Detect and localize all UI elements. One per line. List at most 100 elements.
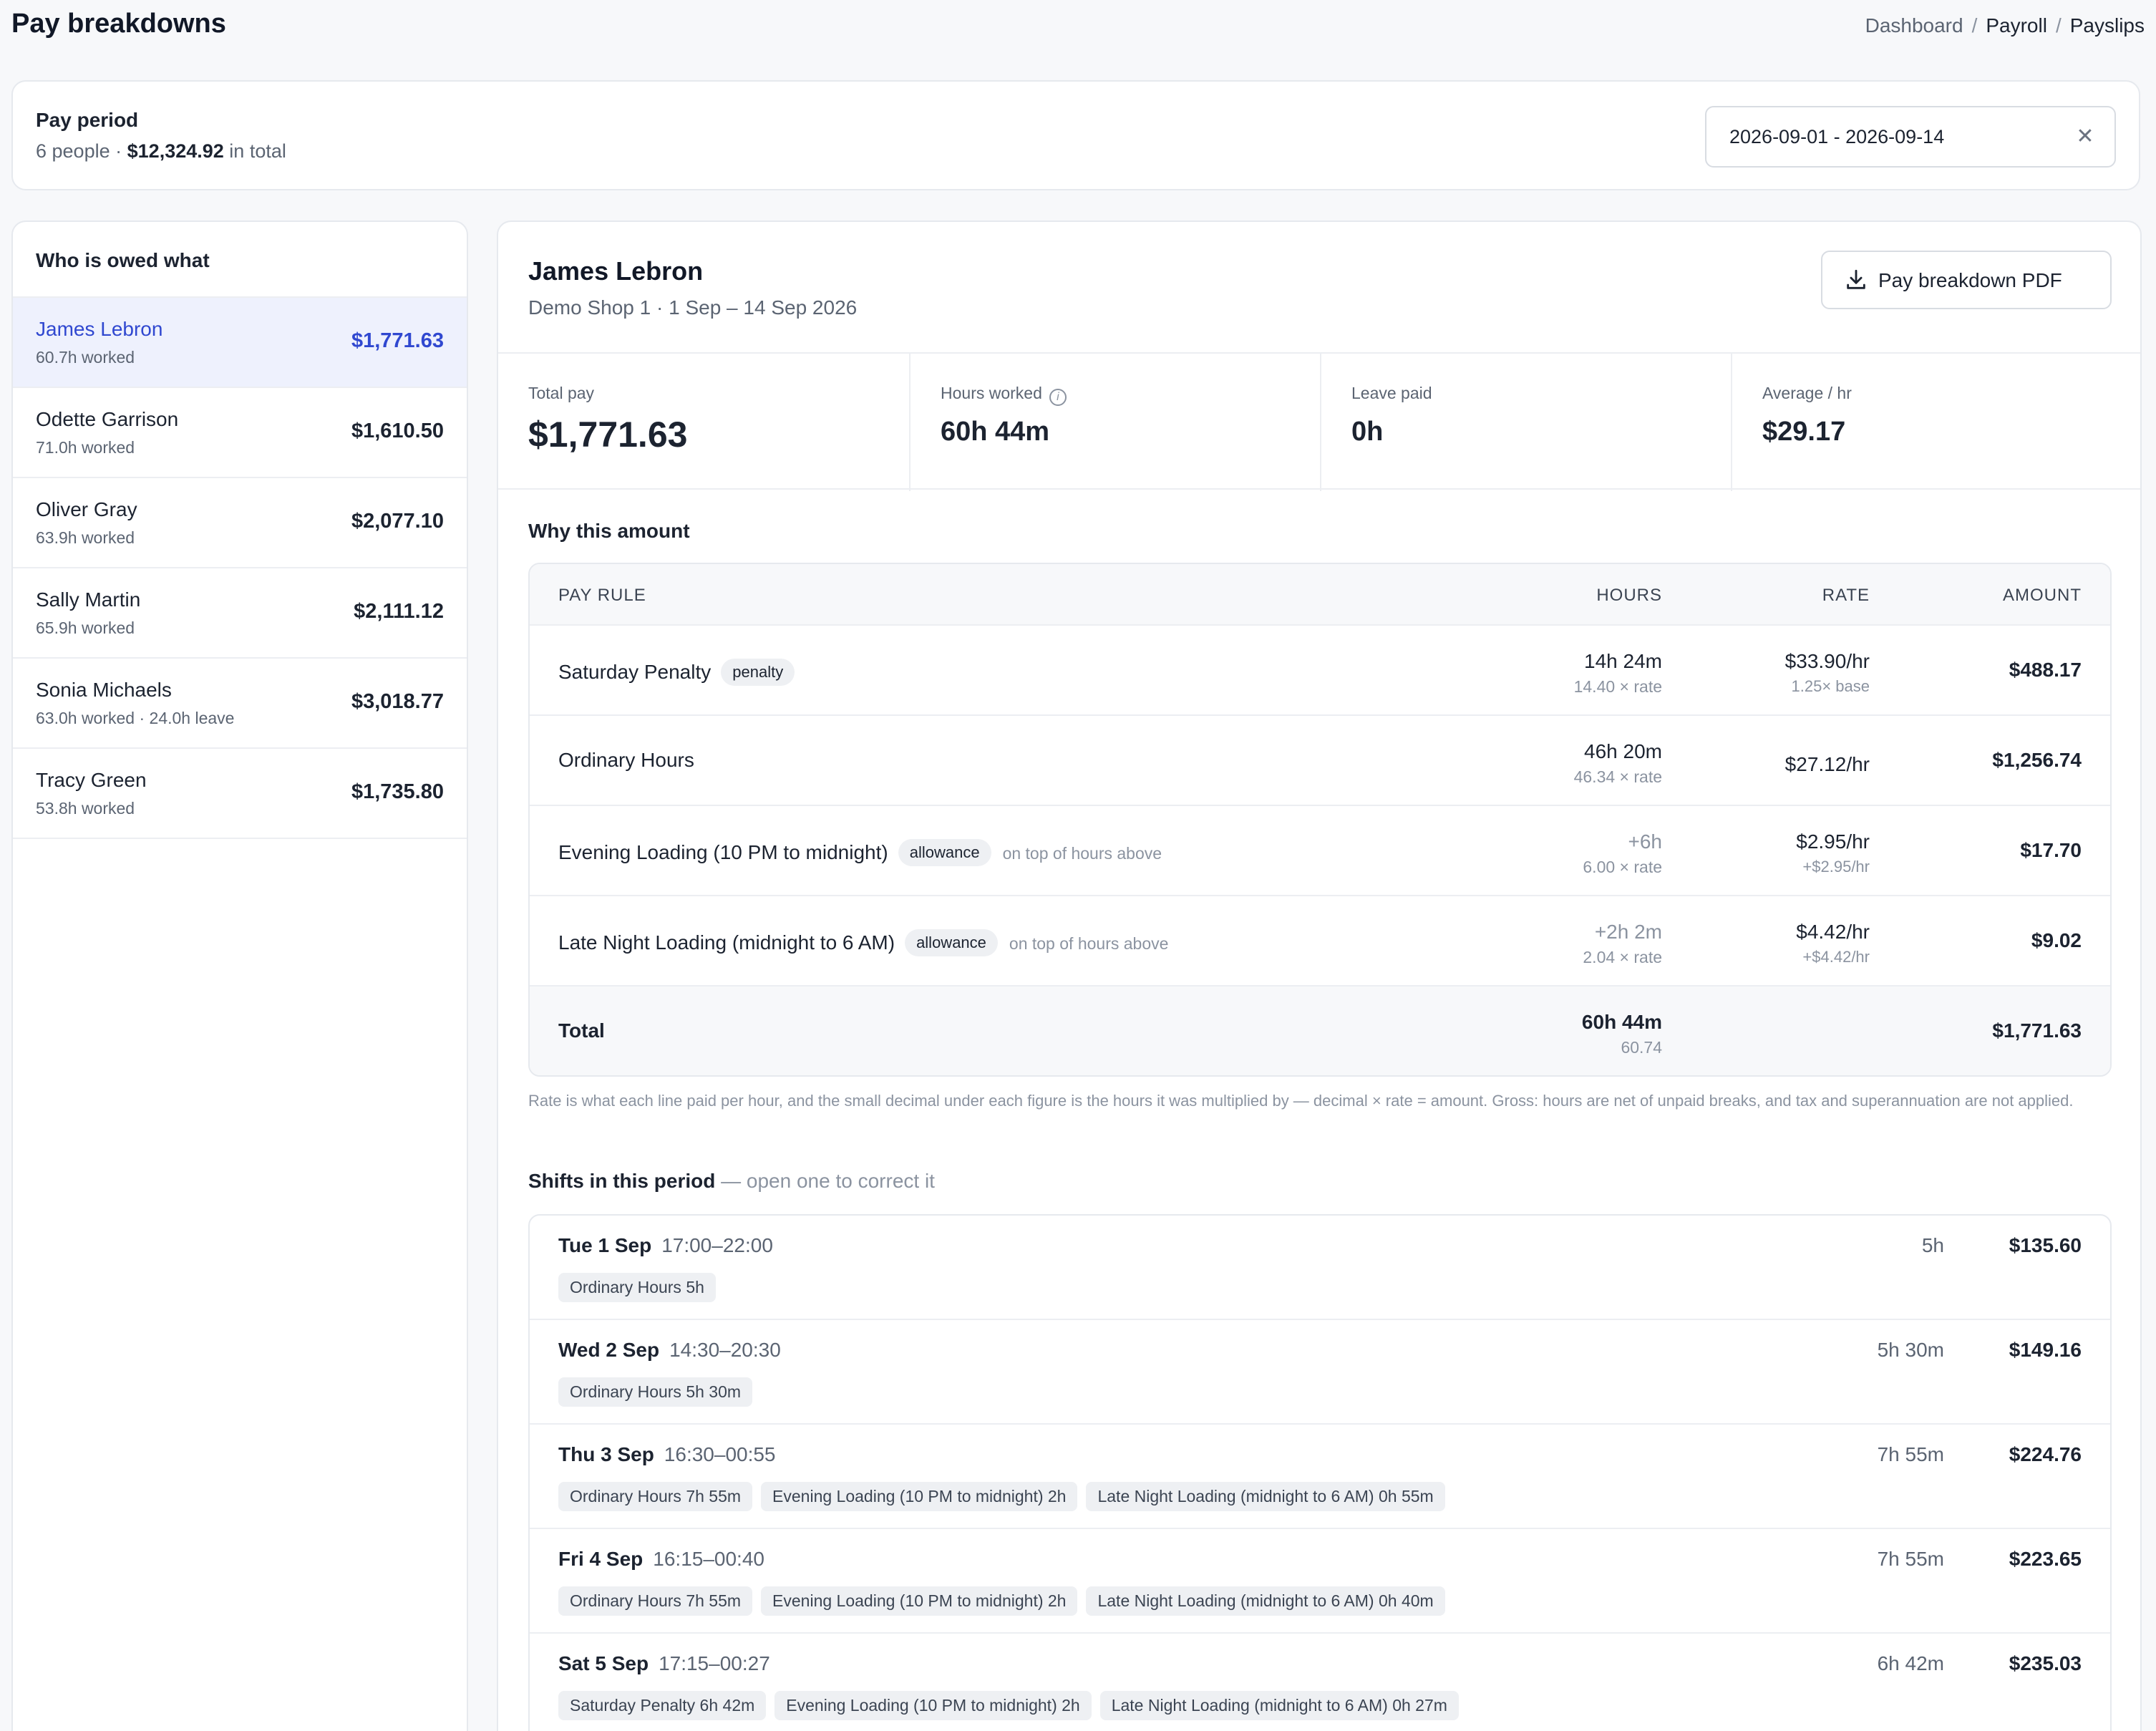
stat-value: $1,771.63 [528, 414, 688, 455]
page-title: Pay breakdowns [11, 9, 226, 39]
shift-row[interactable]: Wed 2 Sep 14:30–20:30 5h 30m $149.16 Ordinar… [530, 1320, 2110, 1425]
why-heading: Why this amount [528, 520, 690, 542]
employee-name: James Lebron [528, 256, 704, 286]
breadcrumb-dashboard[interactable]: Dashboard [1865, 14, 1963, 37]
summary-separator: · [115, 140, 122, 162]
person-hours: 53.8h worked [36, 799, 135, 818]
shift-time: 16:15–00:40 [653, 1548, 764, 1570]
stats-row: Total pay $1,771.63 Hours worked i 60h 44… [498, 352, 2140, 491]
person-amount: $2,077.10 [351, 510, 444, 533]
pay-rule-name: Ordinary Hours [558, 749, 694, 771]
pay-rule-cell: Ordinary Hours [558, 749, 694, 772]
col-amount: AMOUNT [2003, 586, 2082, 605]
pay-rule-table: PAY RULE HOURS RATE AMOUNT Saturday Pena… [528, 563, 2112, 1077]
hours-value: 46h 20m [1584, 740, 1662, 762]
table-body: Saturday Penalty penalty 14h 24m 14.40 × ra… [530, 626, 2110, 986]
stat-value: 60h 44m [941, 417, 1050, 447]
shifts-heading-text: Shifts in this period [528, 1170, 716, 1192]
rule-note: on top of hours above [1009, 934, 1169, 953]
pdf-button-label: Pay breakdown PDF [1878, 269, 2062, 291]
person-hours: 71.0h worked [36, 438, 135, 457]
pay-rule-chip: Ordinary Hours 5h [558, 1273, 716, 1302]
person-row[interactable]: Sonia Michaels 63.0h worked · 24.0h leave… [13, 659, 467, 749]
person-row[interactable]: Odette Garrison 71.0h worked $1,610.50 [13, 388, 467, 478]
person-name: James Lebron [36, 318, 163, 340]
download-icon [1847, 269, 1865, 289]
table-row: Late Night Loading (midnight to 6 AM) all… [530, 896, 2110, 986]
person-name: Oliver Gray [36, 498, 137, 520]
date-range-input[interactable] [1706, 107, 2114, 166]
hours-value: 14h 24m [1584, 650, 1662, 672]
person-row[interactable]: Oliver Gray 63.9h worked $2,077.10 [13, 478, 467, 568]
rule-type-badge: penalty [721, 659, 795, 686]
shift-day: Tue 1 Sep [558, 1234, 652, 1256]
table-header: PAY RULE HOURS RATE AMOUNT [530, 564, 2110, 626]
date-range-picker[interactable]: ✕ [1705, 106, 2116, 168]
table-row: Ordinary Hours 46h 20m 46.34 × rate $27.12/… [530, 716, 2110, 806]
shift-time: 14:30–20:30 [669, 1339, 781, 1361]
pay-rule-cell: Late Night Loading (midnight to 6 AM) all… [558, 929, 1168, 956]
pay-rule-chip: Ordinary Hours 7h 55m [558, 1586, 753, 1616]
people-list-panel: Who is owed what James Lebron 60.7h worke… [11, 220, 468, 1731]
hours-decimal: 6.00 × rate [1583, 858, 1662, 876]
shift-date: Tue 1 Sep 17:00–22:00 [558, 1234, 773, 1257]
pay-rule-chip: Evening Loading (10 PM to midnight) 2h [774, 1691, 1092, 1720]
total-label: Total [558, 1019, 605, 1042]
shift-row[interactable]: Thu 3 Sep 16:30–00:55 7h 55m $224.76 Ordinar… [530, 1425, 2110, 1529]
stat-leave-paid: Leave paid 0h [1320, 354, 1731, 491]
info-icon[interactable]: i [1049, 389, 1067, 406]
person-hours: 63.0h worked · 24.0h leave [36, 709, 235, 727]
col-hours: HOURS [1596, 586, 1662, 605]
shift-list: Tue 1 Sep 17:00–22:00 5h $135.60 Ordinary Ho… [528, 1214, 2112, 1731]
person-row[interactable]: Sally Martin 65.9h worked $2,111.12 [13, 568, 467, 659]
pay-rule-cell: Saturday Penalty penalty [558, 659, 795, 686]
hours-decimal: 46.34 × rate [1573, 767, 1662, 786]
rule-type-badge: allowance [898, 839, 991, 866]
shift-row[interactable]: Sat 5 Sep 17:15–00:27 6h 42m $235.03 Saturda… [530, 1634, 2110, 1731]
amount-value: $17.70 [2020, 839, 2082, 861]
breadcrumb-payroll[interactable]: Payroll [1986, 14, 2047, 37]
person-row[interactable]: Tracy Green 53.8h worked $1,735.80 [13, 749, 467, 839]
shift-date: Thu 3 Sep 16:30–00:55 [558, 1443, 776, 1466]
person-hours: 65.9h worked [36, 619, 135, 637]
breadcrumb-separator: / [2055, 14, 2062, 37]
pay-breakdown-pdf-button[interactable]: Pay breakdown PDF [1821, 251, 2112, 309]
rate-value: $33.90/hr [1784, 650, 1870, 672]
stat-label: Leave paid [1351, 384, 1432, 402]
col-rate: RATE [1822, 586, 1870, 605]
person-amount: $3,018.77 [351, 690, 444, 713]
stat-total-pay: Total pay $1,771.63 [498, 354, 909, 491]
rate-sub: +$2.95/hr [1802, 858, 1870, 876]
shift-hours: 7h 55m [1877, 1548, 1944, 1570]
shift-row[interactable]: Fri 4 Sep 16:15–00:40 7h 55m $223.65 Ordinar… [530, 1529, 2110, 1634]
breadcrumb-payslips[interactable]: Payslips [2070, 14, 2145, 37]
shift-amount: $135.60 [2009, 1234, 2082, 1256]
hours-decimal: 2.04 × rate [1583, 948, 1662, 966]
table-row: Saturday Penalty penalty 14h 24m 14.40 × ra… [530, 626, 2110, 716]
stat-value: $29.17 [1762, 417, 1846, 447]
rate-sub: +$4.42/hr [1802, 948, 1870, 966]
hours-decimal: 14.40 × rate [1573, 677, 1662, 696]
shift-day: Fri 4 Sep [558, 1548, 644, 1570]
shift-hours: 7h 55m [1877, 1443, 1944, 1465]
amount-value: $488.17 [2009, 659, 2082, 681]
person-row[interactable]: James Lebron 60.7h worked $1,771.63 [13, 298, 467, 388]
shift-hours: 5h 30m [1877, 1339, 1944, 1361]
shift-date: Fri 4 Sep 16:15–00:40 [558, 1548, 764, 1571]
shift-day: Thu 3 Sep [558, 1443, 654, 1465]
period-total-suffix: in total [229, 140, 286, 162]
shift-chips: Ordinary Hours 5h 30m [558, 1377, 761, 1407]
shift-hours: 5h [1921, 1234, 1944, 1256]
amount-value: $9.02 [2031, 929, 2082, 951]
breadcrumb: Dashboard / Payroll / Payslips [1865, 14, 2145, 37]
pay-rule-chip: Ordinary Hours 7h 55m [558, 1482, 753, 1511]
page-header: Pay breakdowns Dashboard / Payroll / Payslip… [11, 0, 2145, 53]
pay-rule-chip: Late Night Loading (midnight to 6 AM) 0h… [1099, 1691, 1459, 1720]
close-icon[interactable]: ✕ [2073, 125, 2097, 149]
shift-date: Sat 5 Sep 17:15–00:27 [558, 1652, 770, 1675]
shift-amount: $223.65 [2009, 1548, 2082, 1570]
shift-row[interactable]: Tue 1 Sep 17:00–22:00 5h $135.60 Ordinary Ho… [530, 1216, 2110, 1320]
pay-period-label: Pay period [36, 109, 139, 131]
shift-time: 17:00–22:00 [661, 1234, 773, 1256]
people-list-heading: Who is owed what [13, 222, 467, 298]
